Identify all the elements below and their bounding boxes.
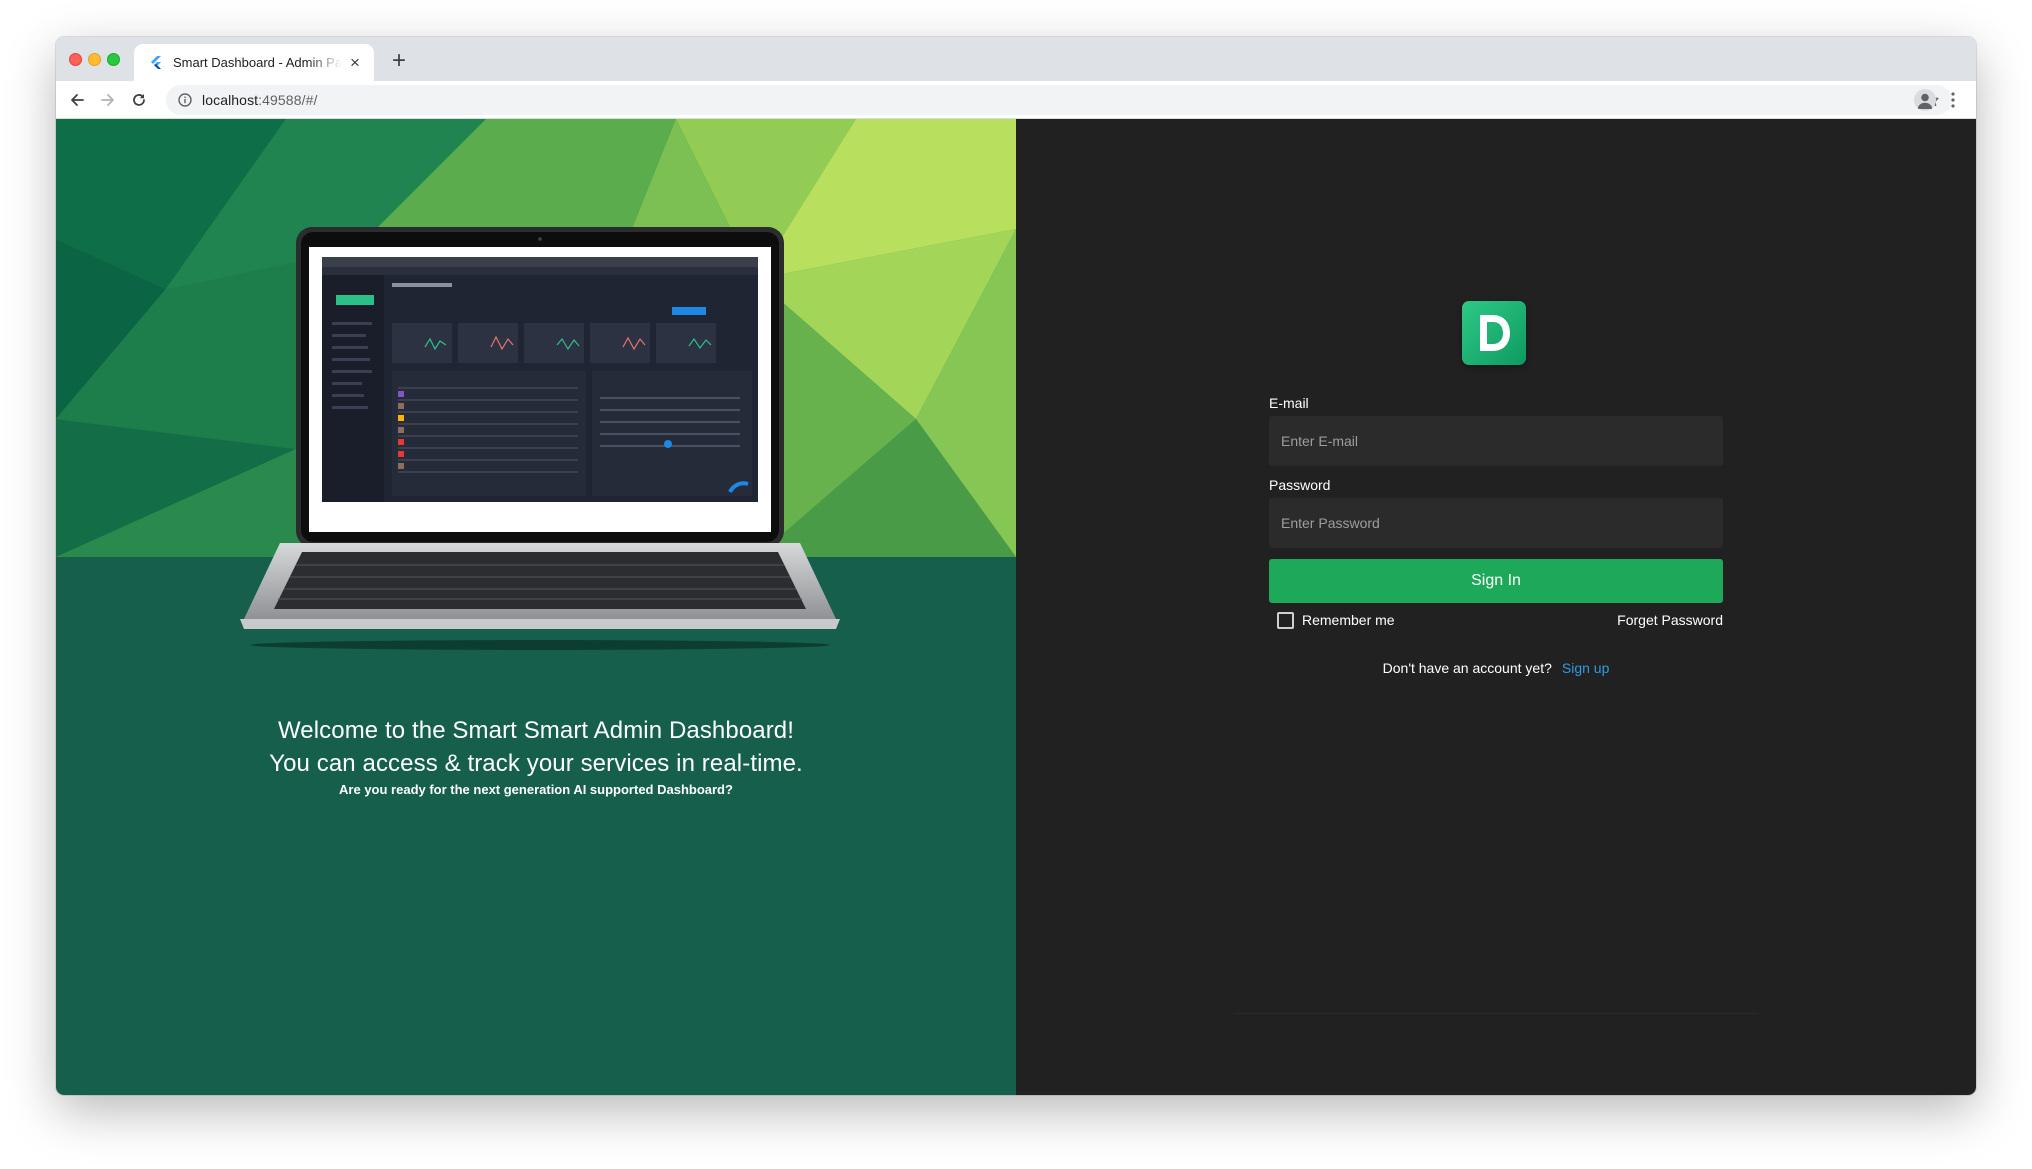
url-path: :49588/#/ [258,92,318,108]
password-label: Password [1269,477,1331,493]
back-arrow-icon[interactable] [64,87,90,113]
url-text: localhost:49588/#/ [202,92,317,108]
close-tab-icon[interactable]: × [346,53,364,72]
remember-me-toggle[interactable]: Remember me [1269,611,1395,629]
app-logo-icon [1462,301,1526,365]
no-account-text: Don't have an account yet? [1382,660,1552,676]
password-input[interactable] [1269,498,1723,548]
profile-avatar-icon[interactable] [1914,89,1936,111]
remember-forget-row: Remember me Forget Password [1269,610,1723,630]
login-form: E-mail Password Sign In Remember me Forg… [1269,395,1723,676]
login-panel: E-mail Password Sign In Remember me Forg… [1016,119,1976,1095]
browser-window: Smart Dashboard - Admin Panel × + localh… [56,37,1976,1095]
tab-smart-dashboard[interactable]: Smart Dashboard - Admin Panel × [134,44,374,81]
close-window-button[interactable] [69,53,82,66]
tab-title: Smart Dashboard - Admin Panel [173,55,342,70]
sign-in-button[interactable]: Sign In [1269,559,1723,603]
browser-menu-icon[interactable] [1942,89,1964,111]
tab-strip: Smart Dashboard - Admin Panel × + [56,37,1976,81]
hero-panel: Welcome to the Smart Smart Admin Dashboa… [56,119,1016,1095]
maximize-window-button[interactable] [107,53,120,66]
welcome-tagline: Are you ready for the next generation AI… [339,782,733,797]
address-bar[interactable]: localhost:49588/#/ [166,85,1952,115]
reload-icon[interactable] [126,87,152,113]
signup-prompt: Don't have an account yet? Sign up [1269,660,1723,676]
forward-arrow-icon[interactable] [95,87,121,113]
minimize-window-button[interactable] [88,53,101,66]
welcome-text-block: Welcome to the Smart Smart Admin Dashboa… [56,714,1016,797]
site-info-icon[interactable] [178,93,192,107]
flutter-favicon-icon [148,55,164,71]
new-tab-button[interactable]: + [386,48,412,74]
divider [1234,1013,1758,1014]
email-label: E-mail [1269,395,1309,411]
forget-password-link[interactable]: Forget Password [1617,612,1723,628]
page-viewport: Welcome to the Smart Smart Admin Dashboa… [56,119,1976,1095]
welcome-heading: Welcome to the Smart Smart Admin Dashboa… [277,717,795,744]
email-input[interactable] [1269,416,1723,466]
remember-me-checkbox[interactable] [1277,611,1294,629]
url-host: localhost [202,92,259,108]
sign-up-link[interactable]: Sign up [1562,660,1609,676]
browser-toolbar: localhost:49588/#/ [56,81,1976,119]
welcome-subheading: You can access & track your services in … [269,750,803,777]
remember-me-label: Remember me [1302,612,1395,628]
laptop-preview-image [240,227,840,650]
